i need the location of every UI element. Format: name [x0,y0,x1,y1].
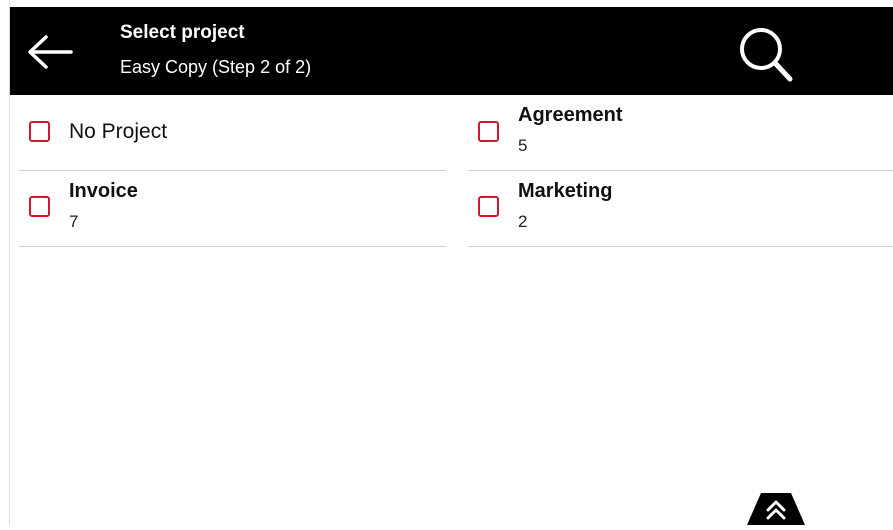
project-item-marketing[interactable]: Marketing 2 [468,171,893,247]
project-item-agreement[interactable]: Agreement 5 [468,95,893,171]
project-count: 5 [518,136,528,155]
page-subtitle: Easy Copy (Step 2 of 2) [120,57,312,77]
project-count: 2 [518,212,528,231]
project-checkbox[interactable] [478,196,499,217]
arrow-left-icon [28,35,73,69]
project-name: No Project [69,120,168,143]
double-chevron-up-icon [747,493,805,525]
scroll-to-top-button[interactable] [747,493,805,525]
project-name: Invoice [69,180,138,202]
project-item-no-project[interactable]: No Project [19,95,446,171]
page-title: Select project [120,22,245,43]
project-checkbox[interactable] [478,121,499,142]
left-edge [0,0,10,525]
project-list: No Project Agreement 5 Invoice 7 Marketi… [9,95,893,525]
project-count: 7 [69,212,79,231]
project-item-invoice[interactable]: Invoice 7 [19,171,446,247]
project-checkbox[interactable] [29,121,50,142]
search-icon [740,28,793,82]
project-name: Agreement [518,104,623,126]
app-header: Select project Easy Copy (Step 2 of 2) [9,7,893,95]
search-button[interactable] [731,23,801,87]
project-checkbox[interactable] [29,196,50,217]
back-button[interactable] [19,25,75,79]
project-name: Marketing [518,180,613,202]
